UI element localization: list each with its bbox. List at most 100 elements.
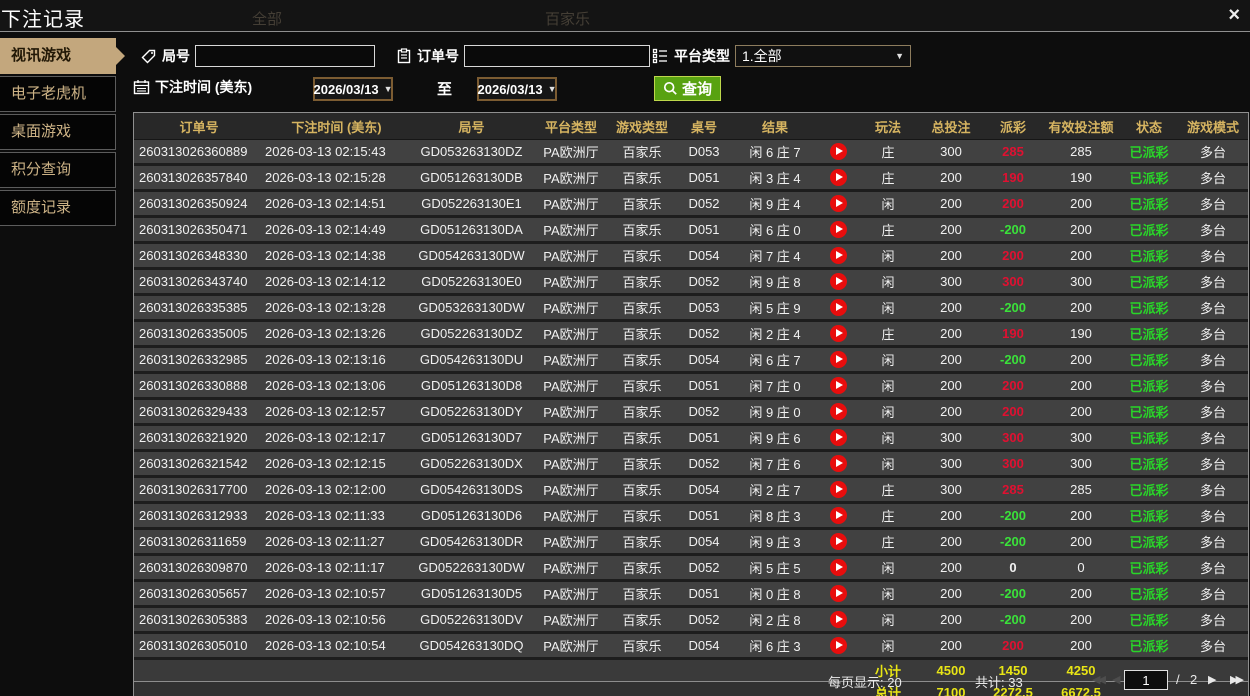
round-input[interactable] bbox=[195, 45, 375, 67]
bet-records-table: 订单号 下注时间 (美东) 局号 平台类型 游戏类型 桌号 结果 玩法 总投注 派彩 有效投注额 状态… bbox=[133, 112, 1249, 696]
replay-button[interactable] bbox=[829, 169, 847, 186]
cell-game: 百家乐 bbox=[608, 502, 676, 530]
replay-button[interactable] bbox=[829, 351, 847, 368]
cell-round: GD053263130DZ bbox=[409, 139, 534, 166]
platform-select[interactable]: 1.全部 ▼ bbox=[735, 45, 911, 67]
last-page-button[interactable]: ▶▶ bbox=[1230, 673, 1244, 686]
replay-button[interactable] bbox=[829, 377, 847, 394]
cell-platform: PA欧洲厅 bbox=[534, 139, 608, 166]
cell-table_no: D052 bbox=[676, 606, 732, 634]
cell-valid: 300 bbox=[1042, 268, 1120, 296]
search-button[interactable]: 查询 bbox=[654, 76, 722, 101]
prev-page-button[interactable]: ◀ bbox=[1112, 673, 1121, 686]
sidebar-item-3[interactable]: 积分查询 bbox=[0, 152, 116, 188]
cell-result: 闲 7 庄 4 bbox=[732, 242, 818, 270]
cell-round: GD051263130DA bbox=[409, 216, 534, 244]
cell-status: 已派彩 bbox=[1120, 528, 1178, 556]
next-page-button[interactable]: ▶ bbox=[1208, 673, 1217, 686]
cell-play: 闲 bbox=[858, 554, 918, 582]
close-icon[interactable]: × bbox=[1228, 4, 1240, 26]
replay-button[interactable] bbox=[829, 143, 847, 160]
cell-round: GD052263130DW bbox=[409, 554, 534, 582]
replay-button[interactable] bbox=[829, 533, 847, 550]
cell-bet: 200 bbox=[918, 294, 984, 322]
cell-round: GD051263130DB bbox=[409, 164, 534, 192]
cell-mode: 多台 bbox=[1178, 294, 1248, 322]
cell-table_no: D051 bbox=[676, 164, 732, 192]
replay-button[interactable] bbox=[829, 299, 847, 316]
replay-button[interactable] bbox=[829, 455, 847, 472]
replay-button[interactable] bbox=[829, 403, 847, 420]
cell-status: 已派彩 bbox=[1120, 346, 1178, 374]
betting-records-dialog: 全部 百家乐 下注记录 × 视讯游戏 电子老虎机 桌面游戏 积分查询 额度记录 局号 订… bbox=[0, 0, 1250, 696]
cell-valid: 200 bbox=[1042, 502, 1120, 530]
cell-table_no: D052 bbox=[676, 450, 732, 478]
sidebar-item-2[interactable]: 桌面游戏 bbox=[0, 114, 116, 150]
replay-button[interactable] bbox=[829, 611, 847, 628]
cell-platform: PA欧洲厅 bbox=[534, 398, 608, 426]
replay-button[interactable] bbox=[829, 247, 847, 264]
first-page-button[interactable]: ◀◀ bbox=[1092, 673, 1106, 686]
cell-mode: 多台 bbox=[1178, 372, 1248, 400]
cell-mode: 多台 bbox=[1178, 476, 1248, 504]
cell-result: 闲 2 庄 8 bbox=[732, 606, 818, 634]
cell-payout: -200 bbox=[984, 216, 1042, 244]
grand_total-spacer bbox=[134, 681, 858, 696]
cell-status: 已派彩 bbox=[1120, 268, 1178, 296]
result-cell-icon bbox=[818, 164, 858, 192]
cell-bet: 300 bbox=[918, 139, 984, 166]
cell-valid: 300 bbox=[1042, 424, 1120, 452]
cell-time: 2026-03-13 02:14:51 bbox=[264, 190, 409, 218]
page-input[interactable] bbox=[1124, 670, 1168, 690]
date-to-picker[interactable]: 2026/03/13 ▼ bbox=[477, 77, 557, 101]
cell-payout: -200 bbox=[984, 346, 1042, 374]
cell-result: 闲 5 庄 9 bbox=[732, 294, 818, 322]
list-icon bbox=[652, 48, 669, 64]
cell-result: 闲 7 庄 6 bbox=[732, 450, 818, 478]
cell-round: GD054263130DU bbox=[409, 346, 534, 374]
date-from-picker[interactable]: 2026/03/13 ▼ bbox=[313, 77, 393, 101]
cell-result: 闲 2 庄 7 bbox=[732, 476, 818, 504]
sidebar-item-4[interactable]: 额度记录 bbox=[0, 190, 116, 226]
cell-table_no: D054 bbox=[676, 632, 732, 660]
page-title: 下注记录 bbox=[1, 9, 85, 31]
platform-filter: 平台类型 1.全部 ▼ bbox=[652, 45, 911, 67]
cell-table_no: D054 bbox=[676, 476, 732, 504]
cell-game: 百家乐 bbox=[608, 268, 676, 296]
replay-button[interactable] bbox=[829, 481, 847, 498]
sidebar-item-0[interactable]: 视讯游戏 bbox=[0, 38, 125, 74]
cell-payout: 200 bbox=[984, 632, 1042, 660]
replay-button[interactable] bbox=[829, 221, 847, 238]
order-input[interactable] bbox=[464, 45, 650, 67]
cell-bet: 200 bbox=[918, 606, 984, 634]
replay-button[interactable] bbox=[829, 507, 847, 524]
cell-mode: 多台 bbox=[1178, 528, 1248, 556]
result-cell-icon bbox=[818, 606, 858, 634]
cell-time: 2026-03-13 02:13:16 bbox=[264, 346, 409, 374]
cell-order: 260313026321920 bbox=[134, 424, 264, 452]
cell-platform: PA欧洲厅 bbox=[534, 450, 608, 478]
cell-play: 闲 bbox=[858, 242, 918, 270]
cell-order: 260313026305657 bbox=[134, 580, 264, 608]
cell-mode: 多台 bbox=[1178, 606, 1248, 634]
replay-button[interactable] bbox=[829, 273, 847, 290]
cell-status: 已派彩 bbox=[1120, 606, 1178, 634]
cell-mode: 多台 bbox=[1178, 268, 1248, 296]
result-cell-icon bbox=[818, 476, 858, 504]
cell-result: 闲 7 庄 0 bbox=[732, 372, 818, 400]
replay-button[interactable] bbox=[829, 195, 847, 212]
sidebar-item-1[interactable]: 电子老虎机 bbox=[0, 76, 116, 112]
cell-time: 2026-03-13 02:10:54 bbox=[264, 632, 409, 660]
cell-platform: PA欧洲厅 bbox=[534, 476, 608, 504]
replay-button[interactable] bbox=[829, 559, 847, 576]
cell-time: 2026-03-13 02:11:27 bbox=[264, 528, 409, 556]
cell-result: 闲 6 庄 3 bbox=[732, 632, 818, 660]
cell-valid: 285 bbox=[1042, 476, 1120, 504]
cell-order: 260313026305010 bbox=[134, 632, 264, 660]
cell-play: 庄 bbox=[858, 320, 918, 348]
result-cell-icon bbox=[818, 190, 858, 218]
replay-button[interactable] bbox=[829, 585, 847, 602]
replay-button[interactable] bbox=[829, 429, 847, 446]
replay-button[interactable] bbox=[829, 325, 847, 342]
replay-button[interactable] bbox=[829, 637, 847, 654]
